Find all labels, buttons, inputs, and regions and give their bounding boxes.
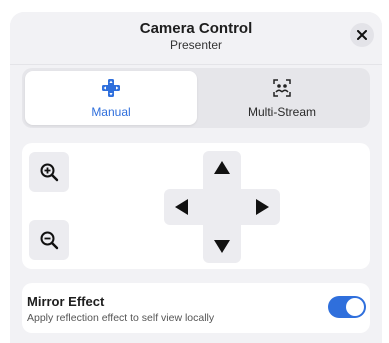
arrow-up-icon[interactable] (214, 161, 230, 174)
arrow-right-icon[interactable] (256, 199, 269, 215)
multi-user-focus-icon (273, 79, 291, 97)
tab-manual[interactable]: Manual (25, 71, 197, 125)
tab-multi-stream-label: Multi-Stream (247, 105, 316, 119)
zoom-in-button[interactable] (29, 152, 69, 192)
close-button[interactable] (350, 23, 374, 47)
panel-title: Camera Control (139, 20, 253, 37)
mirror-effect-title: Mirror Effect (27, 294, 105, 309)
dpad-icon (102, 79, 120, 97)
arrow-left-icon[interactable] (175, 199, 188, 215)
tab-manual-label: Manual (91, 105, 131, 119)
mirror-effect-toggle[interactable] (328, 296, 366, 318)
zoom-out-button[interactable] (29, 220, 69, 260)
mirror-effect-description: Apply reflection effect to self view loc… (27, 312, 215, 324)
toggle-knob (346, 298, 364, 316)
panel-header: Camera Control Presenter (10, 12, 382, 60)
mode-tabs: Manual Multi-Stream (22, 68, 370, 128)
tab-multi-stream[interactable]: Multi-Stream (196, 71, 368, 125)
close-icon (357, 30, 367, 40)
header-divider (10, 64, 382, 65)
mirror-effect-row: Mirror Effect Apply reflection effect to… (22, 283, 370, 333)
zoom-in-icon (40, 163, 59, 182)
camera-control-panel: Camera Control Presenter Manual Multi-St… (10, 12, 382, 343)
arrow-down-icon[interactable] (214, 240, 230, 253)
pan-tilt-dpad (164, 151, 280, 263)
zoom-out-icon (40, 231, 59, 250)
panel-subtitle: Presenter (169, 38, 223, 52)
camera-controls (22, 143, 370, 269)
